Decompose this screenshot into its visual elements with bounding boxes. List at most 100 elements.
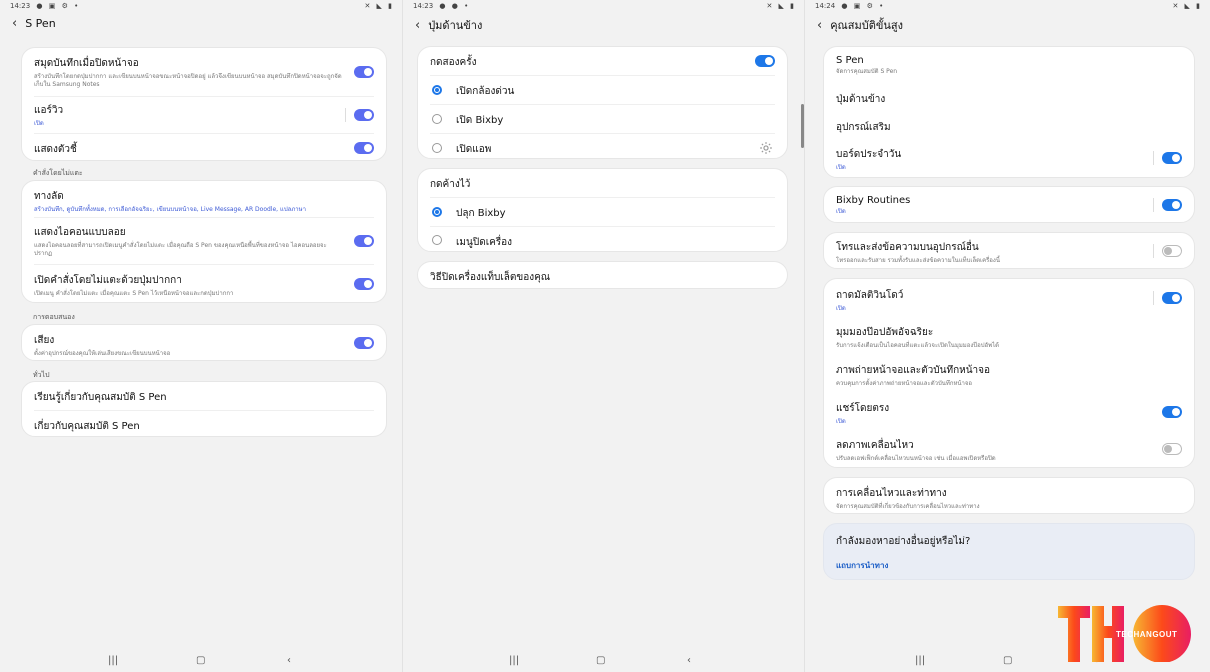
daily-board-toggle[interactable] xyxy=(1162,152,1182,164)
radio-icon[interactable] xyxy=(432,114,442,124)
row-learn-spen[interactable]: เรียนรู้เกี่ยวกับคุณสมบัติ S Pen xyxy=(22,382,386,410)
row-floating-icon[interactable]: แสดงไอคอนแบบลอย แสดงไอคอนลอยที่สามารถเปิ… xyxy=(22,218,386,264)
card-multiwindow: ถาดมัลติวินโดว์ เปิด มุมมองป๊อปอัพอัจฉริ… xyxy=(823,278,1195,468)
row-title: ภาพถ่ายหน้าจอและตัวบันทึกหน้าจอ xyxy=(836,365,991,376)
status-bar: 14:24 ● ▣ ⚙ • ✕ ◣ ▮ xyxy=(805,0,1210,12)
air-view-toggle[interactable] xyxy=(354,109,374,121)
back-icon[interactable]: ‹ xyxy=(415,18,420,33)
double-press-toggle[interactable] xyxy=(755,55,775,67)
row-subtitle: เปิด xyxy=(836,305,846,312)
row-call-other-devices[interactable]: โทรและส่งข้อความบนอุปกรณ์อื่น โทรออกและร… xyxy=(824,233,1194,269)
row-title: ลดภาพเคลื่อนไหว xyxy=(836,440,914,451)
separator xyxy=(1153,198,1154,212)
page-title: คุณสมบัติขั้นสูง xyxy=(830,19,903,32)
home-icon[interactable]: ▢ xyxy=(1003,655,1012,666)
card-double-press: กดสองครั้ง เปิดกล้องด่วน เปิด Bixby เปิด… xyxy=(417,46,788,159)
row-accessories[interactable]: อุปกรณ์เสริม xyxy=(824,112,1194,140)
card-press-hold: กดค้างไว้ ปลุก Bixby เมนูปิดเครื่อง xyxy=(417,168,788,252)
row-subtitle: สร้างบันทึก, ดูบันทึกทั้งหมด, การเลือกอั… xyxy=(34,206,307,213)
row-motions-gestures[interactable]: การเคลื่อนไหวและท่าทาง จัดการคุณสมบัติที… xyxy=(824,478,1194,514)
card-suggestion: กำลังมองหาอย่างอื่นอยู่หรือไม่? แถบการนำ… xyxy=(823,523,1195,580)
panel-advanced-features: 14:24 ● ▣ ⚙ • ✕ ◣ ▮ ‹ คุณสมบัติขั้นสูง S… xyxy=(804,0,1210,672)
row-subtitle: ตั้งค่าอุปกรณ์ของคุณให้เล่นเสียงขณะเขียน… xyxy=(34,350,171,357)
separator xyxy=(1153,291,1154,305)
row-subtitle: แสดงไอคอนลอยที่สามารถเปิดเมนูคำสั่งโดยไม… xyxy=(34,242,327,257)
navigation-bar-link[interactable]: แถบการนำทาง xyxy=(836,559,1182,572)
panel-spen: 14:23 ● ▣ ⚙ • ✕ ◣ ▮ ‹ S Pen สมุดบันทึกเม… xyxy=(0,0,402,672)
direct-share-toggle[interactable] xyxy=(1162,406,1182,418)
row-screenshot-recorder[interactable]: ภาพถ่ายหน้าจอและตัวบันทึกหน้าจอ ควบคุมกา… xyxy=(824,355,1194,393)
card-spen-main: สมุดบันทึกเมื่อปิดหน้าจอ สร้างบันทึกโดยก… xyxy=(21,47,387,161)
back-icon[interactable]: ‹ xyxy=(12,16,17,31)
option-open-app[interactable]: เปิดแอพ xyxy=(418,134,787,161)
row-daily-board[interactable]: บอร์ดประจำวัน เปิด xyxy=(824,140,1194,176)
back-nav-icon[interactable]: ‹ xyxy=(287,655,291,666)
row-direct-share[interactable]: แชร์โดยตรง เปิด xyxy=(824,393,1194,431)
reduce-animations-toggle[interactable] xyxy=(1162,443,1182,455)
row-screen-off-memo[interactable]: สมุดบันทึกเมื่อปิดหน้าจอ สร้างบันทึกโดยก… xyxy=(22,48,386,96)
navigation-bar: ||| ▢ ‹ xyxy=(0,652,402,672)
suggestion-content: กำลังมองหาอย่างอื่นอยู่หรือไม่? แถบการนำ… xyxy=(824,524,1194,572)
row-side-key[interactable]: ปุ่มด้านข้าง xyxy=(824,84,1194,112)
row-double-press[interactable]: กดสองครั้ง xyxy=(418,47,787,75)
row-multiwindow-tray[interactable]: ถาดมัลติวินโดว์ เปิด xyxy=(824,279,1194,317)
row-title: มุมมองป๊อปอัพอัจฉริยะ xyxy=(836,327,934,338)
row-about-spen[interactable]: เกี่ยวกับคุณสมบัติ S Pen xyxy=(22,411,386,438)
option-power-menu[interactable]: เมนูปิดเครื่อง xyxy=(418,227,787,253)
row-show-pointer[interactable]: แสดงตัวชี้ xyxy=(22,134,386,162)
row-press-hold: กดค้างไว้ xyxy=(418,169,787,197)
multiwindow-tray-toggle[interactable] xyxy=(1162,292,1182,304)
page-title: S Pen xyxy=(25,17,56,30)
radio-selected-icon[interactable] xyxy=(432,85,442,95)
gear-icon[interactable] xyxy=(759,141,773,155)
row-pen-button-command[interactable]: เปิดคำสั่งโดยไม่แตะด้วยปุ่มปากกา เปิดเมน… xyxy=(22,265,386,303)
bixby-routines-toggle[interactable] xyxy=(1162,199,1182,211)
row-title: ทางลัด xyxy=(34,191,64,202)
row-title: การเคลื่อนไหวและท่าทาง xyxy=(836,488,947,499)
row-title: อุปกรณ์เสริม xyxy=(836,122,891,133)
row-title: ปุ่มด้านข้าง xyxy=(836,94,886,105)
row-spen[interactable]: S Pen จัดการคุณสมบัติ S Pen xyxy=(824,47,1194,84)
option-label: เมนูปิดเครื่อง xyxy=(456,237,513,248)
screen-off-memo-toggle[interactable] xyxy=(354,66,374,78)
recents-icon[interactable]: ||| xyxy=(509,655,519,666)
recents-icon[interactable]: ||| xyxy=(108,655,118,666)
status-system-icons: ✕ ◣ ▮ xyxy=(766,2,796,10)
row-title: เสียง xyxy=(34,335,55,346)
option-quick-camera[interactable]: เปิดกล้องด่วน xyxy=(418,76,787,104)
option-open-bixby[interactable]: เปิด Bixby xyxy=(418,105,787,133)
floating-icon-toggle[interactable] xyxy=(354,235,374,247)
status-time: 14:24 xyxy=(815,2,836,10)
techangout-logo: TECHANGOUT xyxy=(1058,604,1192,663)
home-icon[interactable]: ▢ xyxy=(596,655,605,666)
row-sound[interactable]: เสียง ตั้งค่าอุปกรณ์ของคุณให้เล่นเสียงขณ… xyxy=(22,325,386,361)
home-icon[interactable]: ▢ xyxy=(196,655,205,666)
row-air-view[interactable]: แอร์วิว เปิด xyxy=(22,97,386,133)
row-shutdown-link[interactable]: วิธีปิดเครื่องแท็บเล็ตของคุณ xyxy=(418,262,787,290)
back-nav-icon[interactable]: ‹ xyxy=(687,655,691,666)
row-bixby-routines[interactable]: Bixby Routines เปิด xyxy=(824,187,1194,223)
option-wake-bixby[interactable]: ปลุก Bixby xyxy=(418,198,787,226)
row-title: เปิดคำสั่งโดยไม่แตะด้วยปุ่มปากกา xyxy=(34,275,182,286)
row-smart-popup[interactable]: มุมมองป๊อปอัพอัจฉริยะ รับการแจ้งเตือนเป็… xyxy=(824,317,1194,355)
card-spen-accessories: S Pen จัดการคุณสมบัติ S Pen ปุ่มด้านข้าง… xyxy=(823,46,1195,178)
row-title: S Pen xyxy=(836,55,864,66)
header: ‹ S Pen xyxy=(12,16,56,31)
row-reduce-animations[interactable]: ลดภาพเคลื่อนไหว ปรับลดเอฟเฟ็กต์เคลื่อนไห… xyxy=(824,431,1194,467)
row-subtitle: จัดการคุณสมบัติ S Pen xyxy=(836,68,898,75)
row-title: บอร์ดประจำวัน xyxy=(836,149,902,160)
call-other-devices-toggle[interactable] xyxy=(1162,245,1182,257)
sound-toggle[interactable] xyxy=(354,337,374,349)
back-icon[interactable]: ‹ xyxy=(817,18,822,33)
radio-selected-icon[interactable] xyxy=(432,207,442,217)
card-motions-gestures: การเคลื่อนไหวและท่าทาง จัดการคุณสมบัติที… xyxy=(823,477,1195,514)
radio-icon[interactable] xyxy=(432,235,442,245)
show-pointer-toggle[interactable] xyxy=(354,142,374,154)
row-title: เกี่ยวกับคุณสมบัติ S Pen xyxy=(34,421,140,432)
pen-button-command-toggle[interactable] xyxy=(354,278,374,290)
recents-icon[interactable]: ||| xyxy=(915,655,925,666)
option-label: เปิดกล้องด่วน xyxy=(456,86,515,97)
row-shortcuts[interactable]: ทางลัด สร้างบันทึก, ดูบันทึกทั้งหมด, การ… xyxy=(22,181,386,217)
radio-icon[interactable] xyxy=(432,142,442,153)
row-title: สมุดบันทึกเมื่อปิดหน้าจอ xyxy=(34,58,139,69)
